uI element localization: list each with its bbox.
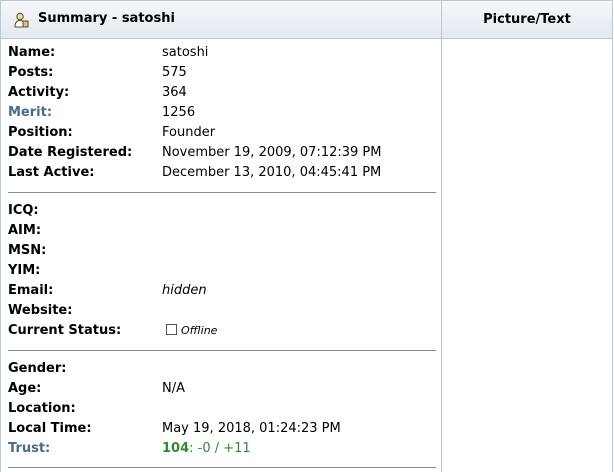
age-value: N/A <box>162 381 185 396</box>
merit-value: 1256 <box>162 105 196 120</box>
last-active-value: December 13, 2010, 04:45:41 PM <box>162 165 382 180</box>
location-label: Location: <box>8 401 76 416</box>
merit-link[interactable]: Merit: <box>8 103 52 123</box>
name-value: satoshi <box>162 45 209 60</box>
posts-label: Posts: <box>8 65 54 80</box>
divider <box>8 192 436 193</box>
trust-score[interactable]: 104 <box>162 441 189 456</box>
summary-header: Summary - satoshi <box>1 1 442 38</box>
name-label: Name: <box>8 45 56 60</box>
posts-value: 575 <box>162 65 187 80</box>
email-value: hidden <box>162 283 207 298</box>
gender-label: Gender: <box>8 361 67 376</box>
current-status-label: Current Status: <box>8 323 122 338</box>
summary-title: Summary - satoshi <box>38 11 175 26</box>
picture-text-section <box>442 39 612 472</box>
aim-label: AIM: <box>8 223 42 238</box>
email-label: Email: <box>8 283 54 298</box>
date-registered-value: November 19, 2009, 07:12:39 PM <box>162 145 382 160</box>
age-label: Age: <box>8 381 42 396</box>
activity-value: 364 <box>162 85 187 100</box>
activity-label: Activity: <box>8 85 70 100</box>
offline-icon <box>166 324 177 335</box>
trust-detail: : -0 / +11 <box>189 441 251 456</box>
website-label: Website: <box>8 303 73 318</box>
summary-section: Name: satoshi Posts: 575 Activity: 364 M… <box>1 39 442 472</box>
user-icon <box>14 12 29 28</box>
last-active-label: Last Active: <box>8 165 95 180</box>
local-time-label: Local Time: <box>8 421 92 436</box>
divider <box>8 350 436 351</box>
trust-value: 104: -0 / +11 <box>162 439 251 459</box>
profile-header: Summary - satoshi Picture/Text <box>1 1 612 39</box>
offline-status: Offline <box>166 321 217 341</box>
offline-text: Offline <box>181 324 218 337</box>
local-time-value: May 19, 2018, 01:24:23 PM <box>162 421 341 436</box>
msn-label: MSN: <box>8 243 47 258</box>
yim-label: YIM: <box>8 263 41 278</box>
date-registered-label: Date Registered: <box>8 145 133 160</box>
trust-link[interactable]: Trust: <box>8 439 50 459</box>
icq-label: ICQ: <box>8 203 39 218</box>
position-value: Founder <box>162 125 216 140</box>
picture-text-header: Picture/Text <box>483 12 571 27</box>
position-label: Position: <box>8 125 73 140</box>
divider <box>8 467 436 468</box>
